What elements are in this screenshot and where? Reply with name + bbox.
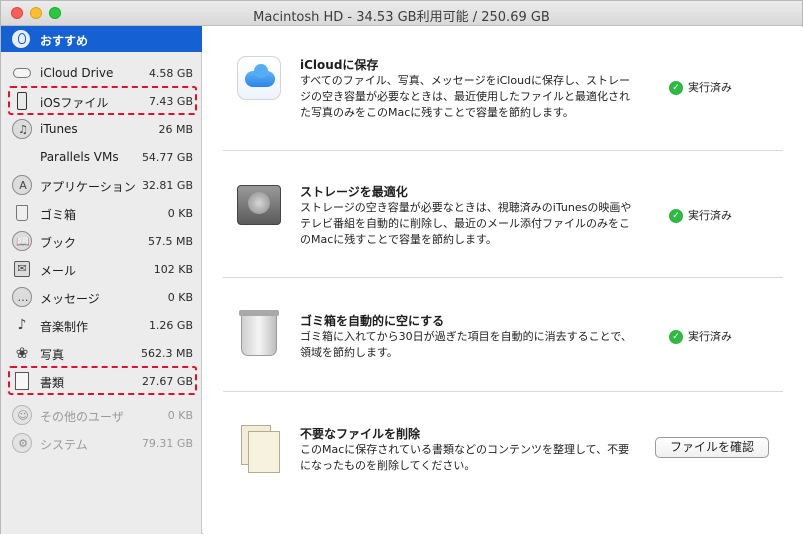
recommendation-icloud: iCloudに保存 すべてのファイル、写真、メッセージをiCloudに保存し、ス… — [223, 56, 783, 136]
sidebar-item-size: 562.3 MB — [140, 347, 193, 360]
recommendation-empty-trash: ゴミ箱を自動的に空にする ゴミ箱に入れてから30日が過ぎた項目を自動的に消去する… — [223, 310, 783, 372]
sidebar-item-parallels-vms[interactable]: Parallels VMs 54.77 GB — [1, 144, 202, 171]
recommendation-optimize-storage: ストレージを最適化 ストレージの空き容量が必要なときは、視聴済みのiTunesの… — [223, 183, 783, 263]
sidebar-item-size: 54.77 GB — [141, 151, 193, 164]
sidebar-item-photos[interactable]: ❀ 写真 562.3 MB — [1, 340, 202, 367]
sidebar-item-size: 32.81 GB — [141, 179, 193, 192]
sidebar-item-label: Parallels VMs — [40, 150, 119, 164]
music-note-icon: ♫ — [12, 119, 32, 139]
sidebar-item-messages[interactable]: … メッセージ 0 KB — [1, 284, 202, 311]
divider — [223, 391, 783, 392]
recommendation-description: このMacに保存されている書類などのコンテンツを整理して、不要になったものを削除… — [300, 443, 630, 472]
divider — [223, 150, 783, 151]
guitar-icon: ♪ — [17, 317, 27, 333]
recommendation-title: ゴミ箱を自動的に空にする — [300, 314, 445, 328]
recommendation-title: iCloudに保存 — [300, 58, 379, 72]
icloud-icon — [237, 56, 281, 100]
sidebar-item-size: 0 KB — [167, 409, 193, 422]
status-label: 実行済み — [688, 81, 732, 94]
sidebar-item-size: 57.5 MB — [147, 235, 193, 248]
recommendations-panel: iCloudに保存 すべてのファイル、写真、メッセージをiCloudに保存し、ス… — [203, 27, 803, 534]
review-files-button[interactable]: ファイルを確認 — [655, 437, 769, 458]
recommendation-description: すべてのファイル、写真、メッセージをiCloudに保存し、ストレージの空き容量が… — [300, 74, 631, 119]
status-label: 実行済み — [688, 209, 732, 222]
sidebar-item-system[interactable]: ⚙ システム 79.31 GB — [1, 430, 202, 457]
sidebar-item-applications[interactable]: A アプリケーション 32.81 GB — [1, 172, 202, 199]
sidebar: おすすめ iCloud Drive 4.58 GB iOSファイル 7.43 G… — [1, 26, 202, 534]
sidebar-item-mail[interactable]: ✉ メール 102 KB — [1, 256, 202, 283]
sidebar-item-label: システム — [40, 438, 88, 452]
checkmark-icon: ✓ — [669, 209, 683, 223]
recommendation-title: ストレージを最適化 — [300, 185, 408, 199]
sidebar-item-size: 0 KB — [167, 291, 193, 304]
trash-icon — [12, 203, 32, 223]
sidebar-item-size: 4.58 GB — [148, 67, 193, 80]
sidebar-item-label: iTunes — [40, 122, 78, 136]
sidebar-item-size: 79.31 GB — [141, 437, 193, 450]
sidebar-item-label: 音楽制作 — [40, 320, 89, 334]
documents-icon — [241, 425, 280, 473]
sidebar-item-label: アプリケーション — [40, 180, 136, 194]
gear-icon: ⚙ — [12, 433, 32, 453]
recommendation-description: ストレージの空き容量が必要なときは、視聴済みのiTunesの映画やテレビ番組を自… — [300, 201, 632, 246]
checkmark-icon: ✓ — [669, 330, 683, 344]
message-bubble-icon: … — [12, 287, 32, 307]
sidebar-item-label: 写真 — [40, 348, 65, 362]
lightbulb-icon — [12, 30, 30, 48]
checkmark-icon: ✓ — [669, 81, 683, 95]
sidebar-item-size: 1.26 GB — [148, 319, 193, 332]
sidebar-item-label: その他のユーザ — [40, 410, 124, 424]
cloud-icon — [12, 63, 32, 83]
sidebar-item-books[interactable]: 📖 ブック 57.5 MB — [1, 228, 202, 255]
sidebar-item-size: 0 KB — [167, 207, 193, 220]
sidebar-item-recommendations[interactable]: おすすめ — [1, 26, 202, 52]
dashed-highlight-ios-files — [8, 86, 197, 115]
sidebar-item-label: iCloud Drive — [40, 66, 114, 80]
sidebar-item-label: おすすめ — [40, 34, 89, 48]
sidebar-item-size: 102 KB — [153, 263, 193, 276]
hard-drive-icon — [237, 185, 281, 225]
sidebar-item-other-users[interactable]: ☺ その他のユーザ 0 KB — [1, 402, 202, 429]
status-done: ✓ 実行済み — [669, 328, 732, 344]
title-bar[interactable]: Macintosh HD - 34.53 GB利用可能 / 250.69 GB — [1, 1, 802, 26]
sidebar-item-label: メッセージ — [40, 292, 100, 306]
sidebar-item-label: メール — [40, 264, 77, 278]
window-title: Macintosh HD - 34.53 GB利用可能 / 250.69 GB — [253, 10, 550, 25]
sidebar-item-label: ゴミ箱 — [40, 208, 77, 222]
sidebar-item-music-creation[interactable]: ♪ 音楽制作 1.26 GB — [1, 312, 202, 339]
mail-icon: ✉ — [12, 259, 32, 279]
storage-management-window: Macintosh HD - 34.53 GB利用可能 / 250.69 GB … — [0, 0, 803, 534]
trash-full-icon — [239, 310, 279, 356]
recommendation-reduce-clutter: 不要なファイルを削除 このMacに保存されている書類などのコンテンツを整理して、… — [223, 425, 783, 485]
recommendation-title: 不要なファイルを削除 — [300, 427, 421, 441]
sidebar-item-size: 26 MB — [158, 123, 193, 136]
sidebar-item-trash[interactable]: ゴミ箱 0 KB — [1, 200, 202, 227]
sidebar-item-itunes[interactable]: ♫ iTunes 26 MB — [1, 116, 202, 143]
book-icon: 📖 — [12, 231, 32, 251]
recommendation-description: ゴミ箱に入れてから30日が過ぎた項目を自動的に消去することで、領域を節約します。 — [300, 330, 632, 359]
app-store-icon: A — [12, 175, 32, 195]
photos-flower-icon: ❀ — [15, 344, 29, 362]
sidebar-item-label: ブック — [40, 236, 77, 250]
status-label: 実行済み — [688, 330, 732, 343]
status-done: ✓ 実行済み — [669, 207, 732, 223]
sidebar-item-icloud-drive[interactable]: iCloud Drive 4.58 GB — [1, 60, 202, 87]
divider — [223, 277, 783, 278]
users-icon: ☺ — [12, 405, 32, 425]
dashed-highlight-documents — [8, 366, 197, 395]
status-done: ✓ 実行済み — [669, 79, 732, 95]
